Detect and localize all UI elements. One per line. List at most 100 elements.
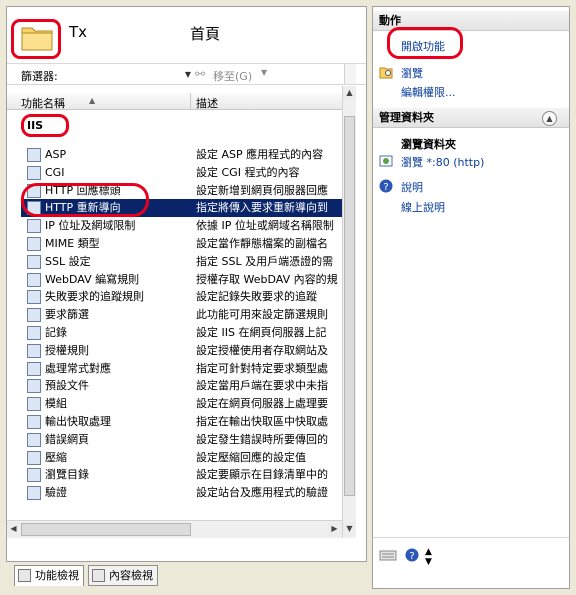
failed-request-icon: [27, 290, 41, 305]
feature-name: 輸出快取處理: [45, 415, 111, 428]
help-icon[interactable]: ?: [405, 548, 419, 562]
feature-name: 記錄: [45, 326, 67, 339]
vertical-scrollbar[interactable]: ▲ ▼: [342, 86, 356, 538]
manage-folder-title: 管理資料夾 ▲: [373, 108, 569, 128]
table-row[interactable]: 處理常式對應 指定可針對特定要求類型處: [21, 360, 342, 378]
actions-footer-separator: [373, 537, 569, 538]
explore-link[interactable]: 瀏覽: [401, 65, 423, 81]
help-icon: ?: [379, 179, 393, 193]
scroll-left-icon[interactable]: ◀: [7, 522, 20, 536]
column-separator[interactable]: [190, 93, 191, 110]
table-row[interactable]: WebDAV 編寫規則 授權存取 WebDAV 內容的規: [21, 271, 342, 289]
manage-folder-label: 管理資料夾: [379, 111, 434, 124]
features-pane: Tx 首頁 篩選器: ▼ ⚯ 移至(G) ▼ 功能名稱 ▲ 描述 IIS ASP…: [6, 6, 367, 562]
scroll-right-icon[interactable]: ▶: [328, 522, 341, 536]
horizontal-scrollbar[interactable]: ◀ ▶: [7, 520, 342, 538]
feature-name: 壓縮: [45, 450, 67, 464]
mime-icon: [27, 237, 41, 251]
table-row[interactable]: 要求篩選 此功能可用來設定篩選規則: [21, 306, 342, 324]
feature-name: ASP: [45, 148, 67, 161]
tab-features-view[interactable]: 功能檢視: [14, 565, 84, 586]
column-header-name[interactable]: 功能名稱: [21, 95, 65, 111]
table-row[interactable]: 錯誤網頁 設定發生錯誤時所要傳回的: [21, 431, 342, 449]
request-filter-icon: [27, 308, 41, 323]
go-dropdown-icon[interactable]: ▼: [261, 68, 267, 77]
feature-description: 此功能可用來設定篩選規則: [196, 308, 328, 322]
table-row[interactable]: 輸出快取處理 指定在輸出快取區中快取處: [21, 413, 342, 431]
table-row[interactable]: 授權規則 設定授權使用者存取網站及: [21, 342, 342, 360]
svg-text:?: ?: [409, 551, 414, 562]
table-row[interactable]: 模組 設定在網頁伺服器上處理要: [21, 395, 342, 413]
table-row[interactable]: HTTP 回應標頭 設定新增到網頁伺服器回應: [21, 182, 342, 200]
ip-restriction-icon: [27, 219, 41, 234]
table-row[interactable]: 失敗要求的追蹤規則 設定記錄失敗要求的追蹤: [21, 288, 342, 306]
table-row[interactable]: ASP 設定 ASP 應用程式的內容: [21, 146, 342, 164]
browse-icon: [379, 155, 393, 167]
filter-bar: 篩選器: ▼ ⚯ 移至(G) ▼: [7, 63, 366, 85]
table-row[interactable]: 驗證 設定站台及應用程式的驗證: [21, 484, 342, 502]
filter-input[interactable]: [71, 67, 181, 82]
page-title: 首頁: [190, 25, 221, 43]
filter-scrollbar[interactable]: [344, 64, 356, 84]
scroll-up-icon[interactable]: ▲: [343, 86, 356, 100]
browse-folder-heading: 瀏覽資料夾: [401, 138, 456, 151]
collapse-up-icon[interactable]: ▲: [542, 111, 557, 126]
scroll-down-icon[interactable]: ▼: [343, 522, 356, 536]
horizontal-scroll-thumb[interactable]: [21, 523, 191, 536]
ssl-icon: [27, 254, 41, 269]
filter-dropdown-icon[interactable]: ▼: [183, 67, 193, 82]
feature-description: 設定當用戶端在要求中未指: [196, 379, 328, 393]
dir-browse-icon: [27, 468, 41, 483]
go-binoculars-icon[interactable]: ⚯: [195, 67, 213, 82]
edit-permissions-link[interactable]: 編輯權限...: [401, 84, 456, 100]
table-row[interactable]: CGI 設定 CGI 程式的內容: [21, 164, 342, 182]
online-help-link[interactable]: 線上說明: [401, 199, 445, 215]
table-row[interactable]: 記錄 設定 IIS 在網頁伺服器上記: [21, 324, 342, 342]
table-row[interactable]: 壓縮 設定壓縮回應的設定值: [21, 449, 342, 467]
view-tabs: 功能檢視 內容檢視: [6, 565, 367, 587]
feature-name: CGI: [45, 165, 65, 179]
http-redirect-icon: [27, 201, 41, 216]
keyboard-icon[interactable]: [379, 548, 397, 562]
feature-description: 授權存取 WebDAV 內容的規: [196, 272, 338, 286]
feature-name: 預設文件: [45, 379, 89, 393]
table-row[interactable]: IP 位址及網域限制 依據 IP 位址或網域名稱限制: [21, 217, 342, 235]
feature-description: 指定在輸出快取區中快取處: [196, 415, 328, 428]
table-row[interactable]: MIME 類型 設定當作靜態檔案的副檔名: [21, 235, 342, 253]
authentication-icon: [27, 486, 41, 501]
group-label-iis: IIS: [27, 119, 44, 132]
table-row[interactable]: 預設文件 設定當用戶端在要求中未指: [21, 377, 342, 395]
feature-description: 設定 IIS 在網頁伺服器上記: [196, 326, 327, 339]
overflow-dropdown-icon[interactable]: ▲ ▼: [425, 547, 432, 567]
feature-description: 設定要顯示在目錄清單中的: [196, 468, 328, 482]
open-feature-link[interactable]: 開啟功能: [401, 38, 445, 54]
column-header-description[interactable]: 描述: [196, 95, 218, 111]
tab-content-view[interactable]: 內容檢視: [88, 565, 158, 586]
output-cache-icon: [27, 415, 41, 429]
feature-name: 授權規則: [45, 343, 89, 357]
modules-icon: [27, 397, 41, 412]
folder-icon: [21, 27, 53, 51]
feature-name: HTTP 重新導向: [45, 201, 121, 215]
svg-text:?: ?: [383, 182, 388, 193]
go-button[interactable]: 移至(G): [213, 68, 252, 84]
cgi-icon: [27, 165, 41, 180]
table-row[interactable]: HTTP 重新導向 指定將傳入要求重新導向到: [21, 199, 342, 218]
feature-name: 模組: [45, 397, 67, 411]
table-row[interactable]: SSL 設定 指定 SSL 及用戶端憑證的需: [21, 253, 342, 271]
feature-description: 依據 IP 位址或網域名稱限制: [196, 219, 334, 233]
http-headers-icon: [27, 183, 41, 198]
feature-name: 處理常式對應: [45, 361, 111, 375]
feature-description: 設定授權使用者存取網站及: [196, 343, 328, 357]
help-link[interactable]: 說明: [401, 179, 423, 195]
feature-description: 設定在網頁伺服器上處理要: [196, 397, 328, 411]
feature-name: SSL 設定: [45, 254, 91, 268]
browse-port-link[interactable]: 瀏覽 *:80 (http): [401, 154, 484, 170]
table-row[interactable]: 瀏覽目錄 設定要顯示在目錄清單中的: [21, 466, 342, 484]
feature-description: 設定新增到網頁伺服器回應: [196, 183, 328, 197]
compression-icon: [27, 450, 41, 465]
vertical-scroll-thumb[interactable]: [344, 116, 355, 496]
feature-name: 失敗要求的追蹤規則: [45, 290, 144, 304]
content-view-icon: [92, 569, 105, 582]
column-header: 功能名稱 ▲ 描述: [7, 93, 355, 110]
